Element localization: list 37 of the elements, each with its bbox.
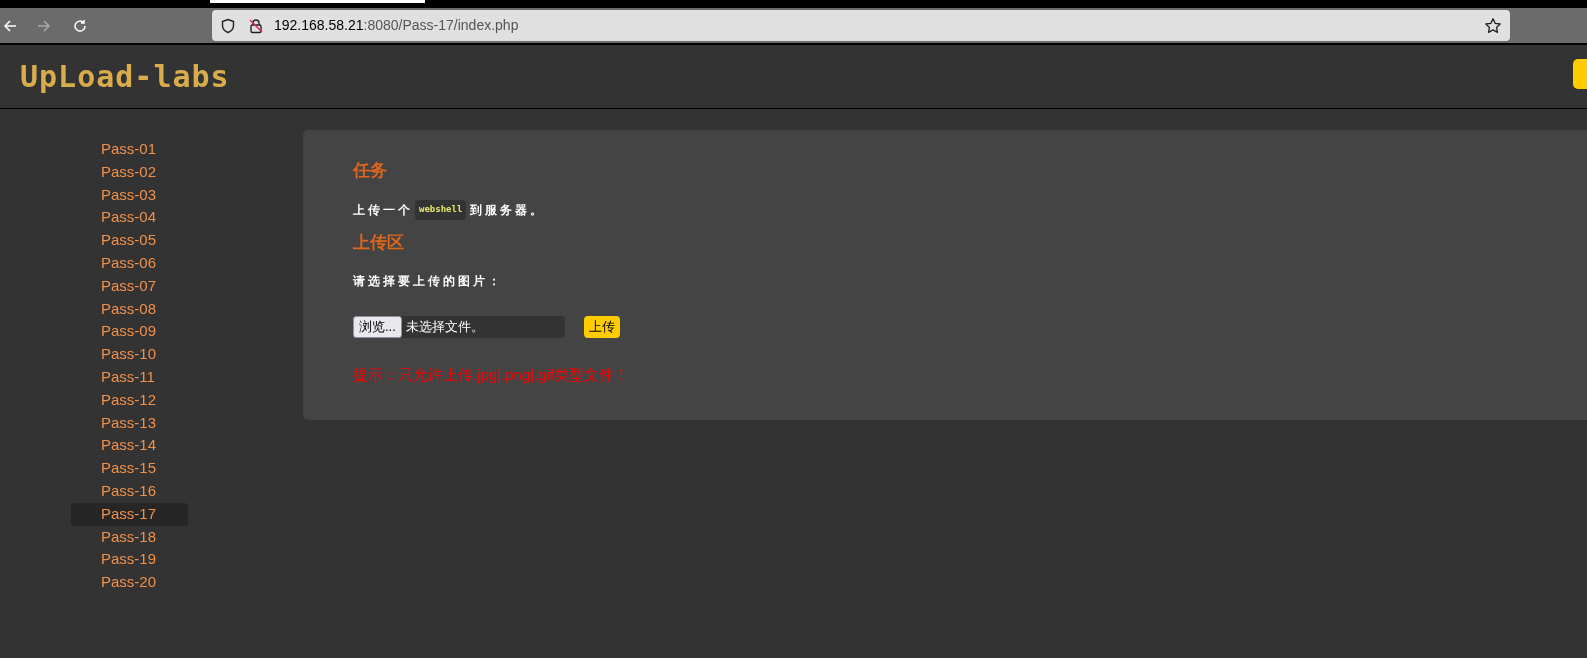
- sidebar-item[interactable]: Pass-05: [71, 229, 188, 252]
- file-input[interactable]: 浏览... 未选择文件。: [353, 315, 565, 338]
- sidebar-item[interactable]: Pass-06: [71, 252, 188, 275]
- sidebar-item[interactable]: Pass-13: [71, 411, 188, 435]
- hint-text: 提示：只允许上传.jpg|.png|.gif类型文件！: [353, 364, 630, 385]
- section-heading: 任务: [353, 160, 387, 182]
- sidebar-item[interactable]: Pass-03: [71, 183, 188, 207]
- star-icon[interactable]: [1484, 16, 1502, 35]
- shield-icon: [220, 17, 236, 34]
- insecure-lock-icon: [248, 17, 264, 34]
- upload-prompt: 请选择要上传的图片：: [353, 272, 503, 290]
- logo[interactable]: UpLoad-labs: [20, 54, 230, 99]
- sidebar-item[interactable]: Pass-19: [71, 548, 188, 572]
- sidebar-item[interactable]: Pass-17: [71, 502, 188, 526]
- sidebar-item[interactable]: Pass-16: [71, 479, 188, 503]
- sidebar-item[interactable]: Pass-12: [71, 388, 188, 412]
- sidebar-item[interactable]: Pass-08: [71, 297, 188, 321]
- file-status: 未选择文件。: [405, 317, 484, 336]
- upload-button[interactable]: 上传: [584, 315, 620, 338]
- sidebar-item[interactable]: Pass-09: [71, 320, 188, 344]
- sidebar-item[interactable]: Pass-18: [71, 525, 188, 549]
- browse-button[interactable]: 浏览...: [353, 315, 402, 338]
- reload-icon[interactable]: [72, 17, 88, 34]
- task-text: 上传一个 webshell 到服务器。: [353, 200, 546, 220]
- url-text: 192.168.58.21:8080/Pass-17/index.php: [274, 16, 519, 35]
- sidebar-item[interactable]: Pass-04: [71, 206, 188, 230]
- sidebar-item[interactable]: Pass-20: [71, 571, 188, 594]
- sidebar-item[interactable]: Pass-11: [71, 365, 188, 389]
- back-icon[interactable]: [2, 17, 18, 34]
- section-heading: 上传区: [353, 231, 404, 254]
- sidebar-item[interactable]: Pass-10: [71, 343, 188, 366]
- address-bar[interactable]: 192.168.58.21:8080/Pass-17/index.php: [212, 10, 1510, 41]
- sidebar-item[interactable]: Pass-02: [71, 160, 188, 184]
- sidebar-item[interactable]: Pass-07: [71, 274, 188, 298]
- sidebar-item[interactable]: Pass-14: [71, 434, 188, 458]
- sidebar-item[interactable]: Pass-01: [71, 138, 188, 161]
- sidebar-item[interactable]: Pass-15: [71, 457, 188, 480]
